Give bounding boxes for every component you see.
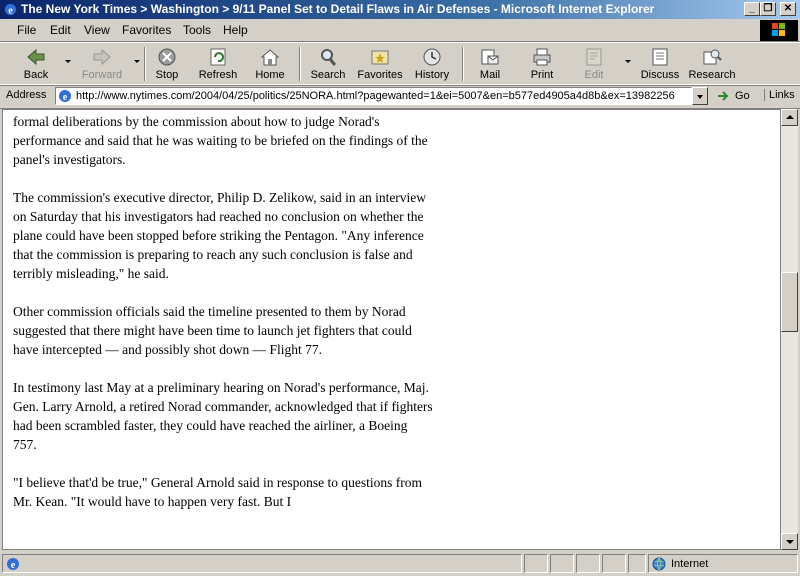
toolbar-separator (144, 47, 146, 81)
title-bar: e The New York Times > Washington > 9/11… (0, 0, 800, 19)
links-button[interactable]: Links (764, 89, 795, 101)
home-icon (260, 49, 280, 66)
standard-toolbar: Back Forward Stop Refresh Home Search Fa… (0, 42, 800, 86)
status-pane (550, 554, 574, 573)
address-url: http://www.nytimes.com/2004/04/25/politi… (76, 90, 675, 102)
address-input[interactable]: e http://www.nytimes.com/2004/04/25/poli… (55, 87, 692, 105)
page-icon: e (59, 90, 71, 103)
back-arrow-icon (27, 48, 45, 66)
mail-icon (481, 49, 499, 65)
research-icon (703, 49, 722, 65)
print-label: Print (530, 69, 554, 81)
menu-bar: File Edit View Favorites Tools Help (0, 19, 800, 42)
back-button[interactable]: Back (14, 45, 58, 83)
mail-label: Mail (479, 69, 501, 81)
scroll-up-button[interactable] (781, 109, 798, 126)
chevron-up-icon (786, 115, 794, 119)
article-paragraph: formal deliberations by the commission a… (13, 114, 428, 167)
discuss-icon (652, 48, 668, 66)
discuss-label: Discuss (640, 69, 680, 81)
edit-label: Edit (584, 69, 604, 81)
chevron-down-icon (697, 95, 703, 99)
history-label: History (414, 69, 450, 81)
page-status-icon: e (7, 558, 19, 571)
go-arrow-icon (718, 91, 729, 101)
history-button[interactable]: History (412, 45, 452, 83)
menu-file[interactable]: File (17, 23, 36, 37)
refresh-icon (210, 48, 226, 66)
article-body: formal deliberations by the commission a… (13, 112, 433, 530)
mail-button[interactable]: Mail (470, 45, 510, 83)
print-button[interactable]: Print (524, 45, 560, 83)
menu-edit[interactable]: Edit (50, 23, 71, 37)
refresh-label: Refresh (198, 69, 238, 81)
window-title: The New York Times > Washington > 9/11 P… (21, 2, 655, 16)
status-bar: e Internet (0, 552, 800, 576)
home-button[interactable]: Home (252, 45, 288, 83)
back-label: Back (23, 69, 49, 81)
edit-button[interactable]: Edit (576, 45, 612, 83)
status-pane (628, 554, 646, 573)
svg-text:e: e (63, 92, 68, 103)
status-pane (524, 554, 548, 573)
address-bar: Address e http://www.nytimes.com/2004/04… (0, 84, 800, 109)
address-dropdown-button[interactable] (692, 87, 708, 105)
svg-text:e: e (8, 5, 13, 16)
svg-text:e: e (11, 560, 16, 571)
search-button[interactable]: Search (308, 45, 348, 83)
toolbar-separator (462, 47, 464, 81)
article-paragraph: The commission's executive director, Phi… (13, 190, 427, 281)
favorites-icon (371, 50, 389, 65)
print-icon (533, 48, 551, 66)
menu-help[interactable]: Help (223, 23, 248, 37)
security-zone-pane: Internet (648, 554, 798, 573)
toolbar-separator (299, 47, 301, 81)
research-label: Research (688, 69, 736, 81)
page-content: formal deliberations by the commission a… (2, 109, 781, 550)
favorites-label: Favorites (357, 69, 403, 81)
stop-label: Stop (155, 69, 179, 81)
go-label: Go (735, 90, 750, 102)
internet-explorer-icon: e (4, 3, 17, 16)
favorites-button[interactable]: Favorites (354, 45, 406, 83)
search-label: Search (310, 69, 346, 81)
menu-tools[interactable]: Tools (183, 23, 211, 37)
status-pane (602, 554, 626, 573)
address-label: Address (6, 89, 47, 101)
minimize-button[interactable]: _ (744, 2, 760, 16)
zone-label: Internet (671, 558, 709, 570)
status-pane (576, 554, 600, 573)
article-paragraph: Other commission officials said the time… (13, 304, 412, 357)
forward-arrow-icon (93, 48, 111, 66)
research-button[interactable]: Research (686, 45, 738, 83)
edit-dropdown-icon[interactable] (625, 60, 631, 63)
forward-button[interactable]: Forward (76, 45, 128, 83)
internet-zone-icon (652, 557, 666, 571)
restore-button[interactable]: ❐ (760, 2, 776, 16)
go-button[interactable]: Go (713, 87, 757, 105)
forward-label: Forward (81, 69, 123, 81)
article-paragraph: "I believe that'd be true," General Arno… (13, 475, 422, 509)
back-dropdown-icon[interactable] (65, 60, 71, 63)
discuss-button[interactable]: Discuss (638, 45, 682, 83)
close-button[interactable]: ✕ (780, 2, 796, 16)
history-icon (423, 48, 441, 66)
article-paragraph: In testimony last May at a preliminary h… (13, 380, 433, 452)
forward-dropdown-icon[interactable] (134, 60, 140, 63)
stop-icon (158, 48, 176, 66)
windows-logo-icon (760, 20, 798, 41)
scroll-down-button[interactable] (781, 533, 798, 550)
scroll-thumb[interactable] (781, 272, 798, 332)
refresh-button[interactable]: Refresh (195, 45, 241, 83)
search-icon (321, 49, 337, 66)
chevron-down-icon (786, 540, 794, 544)
stop-button[interactable]: Stop (150, 45, 184, 83)
edit-icon (586, 48, 602, 66)
menu-favorites[interactable]: Favorites (122, 23, 171, 37)
menu-view[interactable]: View (84, 23, 110, 37)
status-text-pane: e (2, 554, 522, 573)
home-label: Home (255, 69, 285, 81)
vertical-scrollbar[interactable] (781, 109, 798, 550)
